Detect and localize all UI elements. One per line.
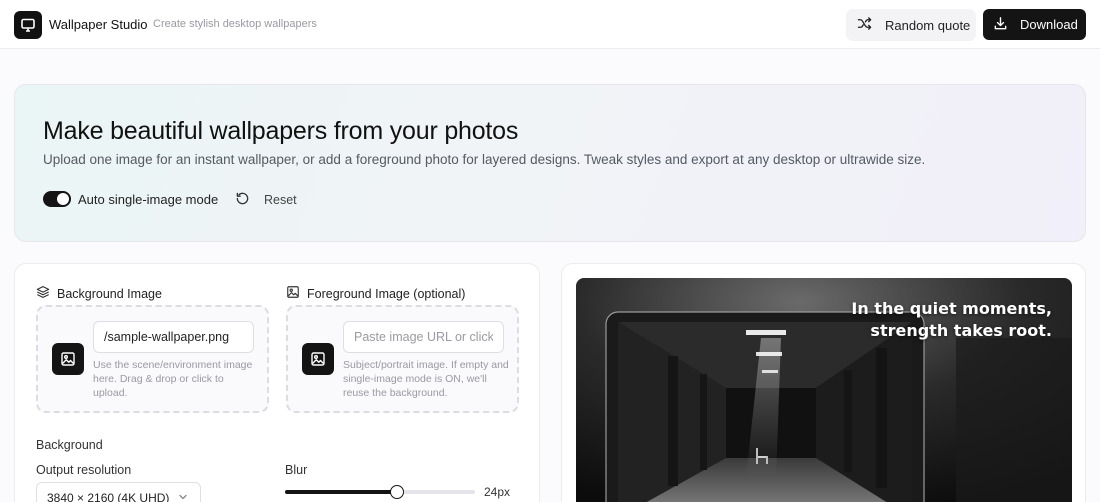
image-icon: [52, 343, 84, 375]
download-label: Download: [1020, 17, 1078, 32]
foreground-url-input[interactable]: [343, 321, 504, 353]
shuffle-icon: [857, 16, 872, 34]
foreground-dropzone[interactable]: Subject/portrait image. If empty and sin…: [286, 305, 519, 413]
random-quote-button[interactable]: Random quote: [846, 9, 976, 41]
foreground-image-heading-text: Foreground Image (optional): [307, 286, 466, 301]
hero-title: Make beautiful wallpapers from your phot…: [43, 117, 519, 145]
quote-line-2: strength takes root.: [870, 321, 1052, 340]
download-icon: [993, 16, 1008, 34]
random-quote-label: Random quote: [885, 17, 971, 33]
settings-panel: Background Image Use the scene/environme…: [14, 263, 540, 502]
output-resolution-select[interactable]: 3840 × 2160 (4K UHD): [36, 482, 201, 502]
output-resolution-value: 3840 × 2160 (4K UHD): [47, 491, 170, 502]
background-image-heading: Background Image: [36, 285, 162, 302]
preview-quote: In the quiet moments, strength takes roo…: [851, 298, 1052, 342]
download-button[interactable]: Download: [983, 9, 1086, 40]
foreground-image-heading: Foreground Image (optional): [286, 285, 465, 302]
hero-subtitle: Upload one image for an instant wallpape…: [43, 152, 926, 167]
auto-mode-toggle[interactable]: [43, 191, 71, 207]
reset-button[interactable]: Reset: [264, 193, 297, 207]
background-dropzone[interactable]: Use the scene/environment image here. Dr…: [36, 305, 269, 413]
foreground-help-text: Subject/portrait image. If empty and sin…: [343, 359, 509, 399]
background-image-heading-text: Background Image: [57, 286, 162, 301]
slider-fill: [285, 490, 397, 494]
quote-line-1: In the quiet moments,: [851, 299, 1052, 318]
image-icon: [286, 285, 300, 302]
output-resolution-label: Output resolution: [36, 463, 132, 477]
background-section-label: Background: [36, 438, 103, 452]
chevron-down-icon: [177, 491, 189, 502]
slider-thumb[interactable]: [390, 485, 404, 499]
app-title: Wallpaper Studio: [49, 17, 148, 32]
preview-panel: In the quiet moments, strength takes roo…: [561, 263, 1086, 502]
blur-slider[interactable]: [285, 482, 475, 502]
rotate-ccw-icon[interactable]: [235, 191, 250, 211]
toggle-knob: [57, 193, 69, 205]
background-url-input[interactable]: [93, 321, 254, 353]
background-help-text: Use the scene/environment image here. Dr…: [93, 359, 253, 399]
auto-mode-label: Auto single-image mode: [78, 192, 219, 207]
layers-icon: [36, 285, 50, 302]
blur-label: Blur: [285, 463, 308, 477]
app-subtitle: Create stylish desktop wallpapers: [153, 18, 317, 30]
blur-value: 24px: [484, 485, 511, 499]
top-bar: Wallpaper Studio Create stylish desktop …: [0, 0, 1100, 49]
hero-banner: Make beautiful wallpapers from your phot…: [14, 84, 1086, 242]
image-icon: [302, 343, 334, 375]
monitor-icon: [14, 11, 42, 39]
wallpaper-preview: In the quiet moments, strength takes roo…: [576, 278, 1072, 502]
